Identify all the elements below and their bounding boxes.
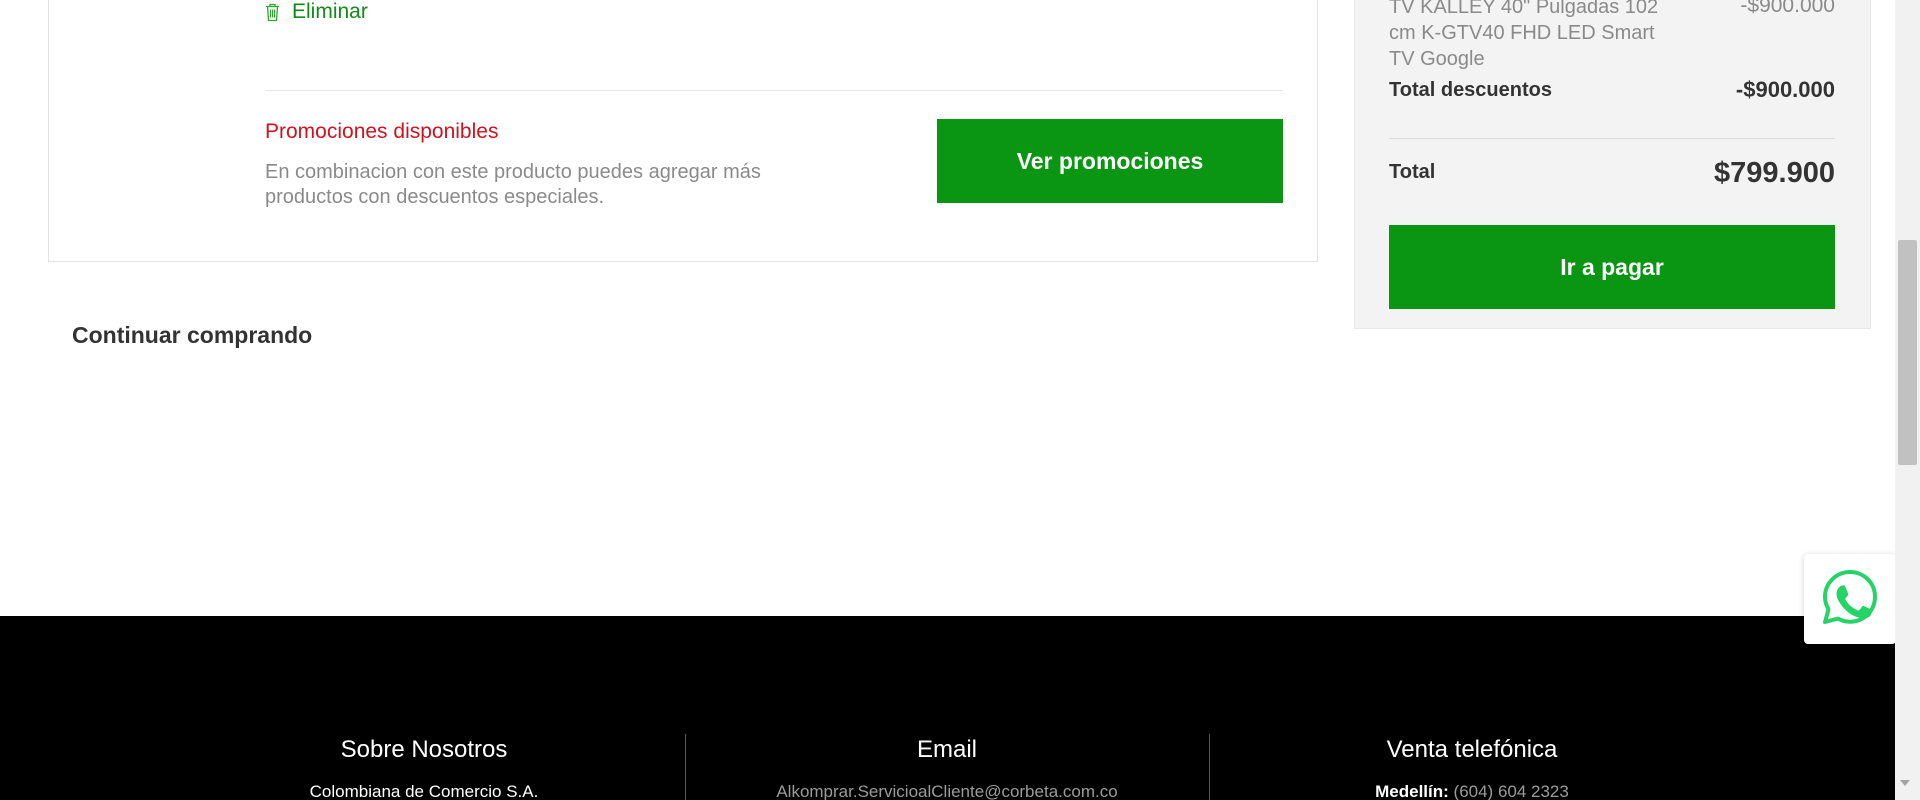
footer-phone-number[interactable]: (604) 604 2323: [1454, 782, 1569, 800]
scrollbar-thumb[interactable]: [1898, 240, 1917, 465]
footer-separator: [1209, 734, 1210, 800]
footer-email-link[interactable]: Alkomprar.ServicioalCliente@corbeta.com.…: [747, 782, 1147, 800]
promotions-title: Promociones disponibles: [265, 120, 499, 143]
whatsapp-icon: [1821, 568, 1879, 631]
footer-email-title: Email: [916, 736, 977, 763]
site-footer: Sobre Nosotros Colombiana de Comercio S.…: [0, 616, 1895, 800]
scroll-down-arrow-icon[interactable]: [1900, 780, 1910, 786]
whatsapp-button[interactable]: [1804, 554, 1896, 644]
total-value: $799.900: [1714, 157, 1835, 189]
discount-item-name: TV KALLEY 40" Pulgadas 102 cm K-GTV40 FH…: [1389, 0, 1659, 70]
footer-phone-city: Medellín:: [1375, 782, 1449, 800]
cart-product-card: Eliminar Promociones disponibles En comb…: [48, 0, 1318, 262]
trash-icon: [265, 3, 280, 22]
remove-item-label: Eliminar: [292, 0, 368, 23]
footer-about: Sobre Nosotros Colombiana de Comercio S.…: [224, 736, 624, 800]
order-summary: TV KALLEY 40" Pulgadas 102 cm K-GTV40 FH…: [1354, 0, 1871, 329]
view-promotions-button[interactable]: Ver promociones: [937, 119, 1283, 203]
continue-shopping-heading: Continuar comprando: [72, 322, 313, 348]
discount-item-amount: -$900.000: [1740, 0, 1835, 17]
footer-phone-line: Medellín: (604) 604 2323: [1272, 782, 1672, 800]
checkout-button[interactable]: Ir a pagar: [1389, 225, 1835, 309]
total-discounts-label: Total descuentos: [1389, 79, 1552, 101]
cart-page: Eliminar Promociones disponibles En comb…: [0, 0, 1920, 800]
total-label: Total: [1389, 161, 1436, 183]
footer-email: Email Alkomprar.ServicioalCliente@corbet…: [747, 736, 1147, 800]
summary-divider: [1389, 138, 1835, 139]
footer-separator: [685, 734, 686, 800]
footer-about-title: Sobre Nosotros: [340, 736, 508, 763]
card-divider: [265, 90, 1283, 91]
footer-phone-title: Venta telefónica: [1386, 736, 1558, 763]
remove-item-link[interactable]: Eliminar: [265, 0, 368, 24]
footer-phone: Venta telefónica Medellín: (604) 604 232…: [1272, 736, 1672, 800]
total-discounts-value: -$900.000: [1735, 77, 1835, 102]
footer-company-name[interactable]: Colombiana de Comercio S.A.: [224, 782, 624, 800]
promotions-description: En combinacion con este producto puedes …: [265, 161, 761, 208]
